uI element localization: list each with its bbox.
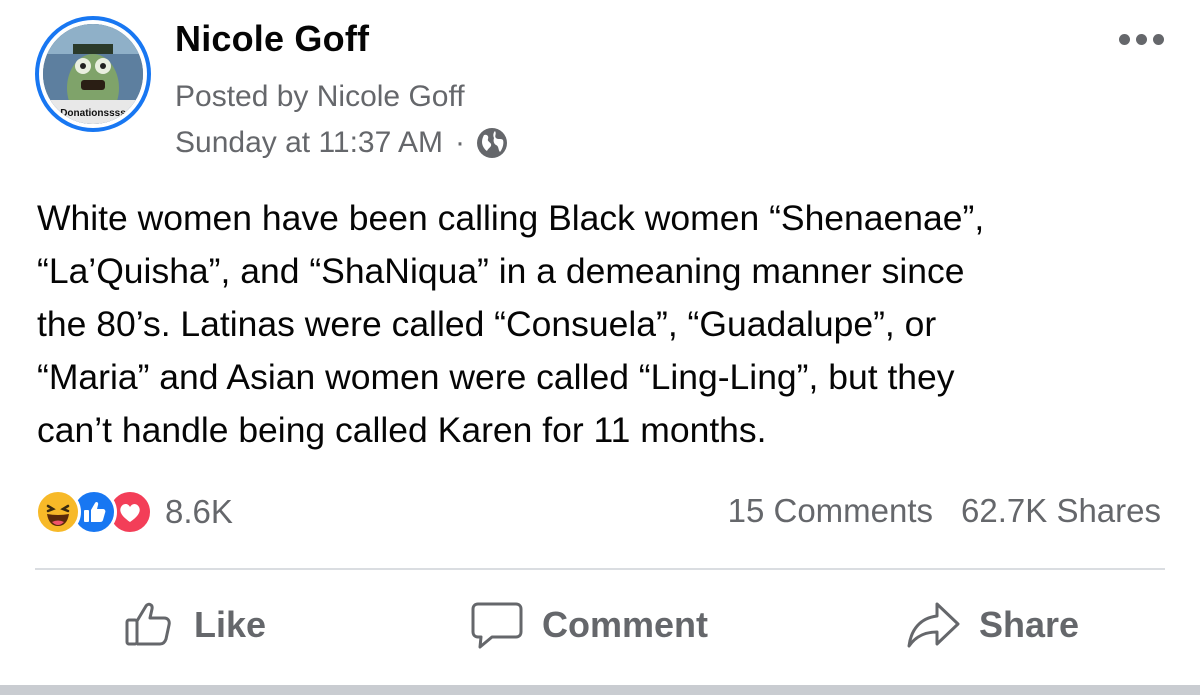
facebook-post: Donationssss Nicole Goff Posted by Nicol… (0, 0, 1200, 685)
timestamp-row: Sunday at 11:37 AM · (175, 126, 509, 160)
avatar-caption: Donationssss (60, 108, 126, 119)
comments-count[interactable]: 15 Comments (728, 492, 933, 530)
share-icon (905, 598, 961, 652)
action-bar: Like Comment Share (0, 598, 1200, 662)
avatar[interactable]: Donationssss (43, 24, 143, 124)
post-text: White women have been calling Black wome… (37, 198, 985, 450)
reactions-summary[interactable]: 8.6K (35, 489, 233, 535)
comment-button[interactable]: Comment (470, 598, 708, 652)
share-button[interactable]: Share (905, 598, 1079, 652)
comment-icon (470, 598, 524, 652)
engagement-counts: 15 Comments 62.7K Shares (728, 492, 1161, 530)
feed-separator (0, 685, 1200, 695)
divider (35, 568, 1165, 570)
timestamp[interactable]: Sunday at 11:37 AM (175, 126, 443, 160)
haha-icon (35, 489, 81, 535)
posted-by-text: Posted by Nicole Goff (175, 80, 465, 113)
share-label: Share (979, 604, 1080, 645)
like-button[interactable]: Like (122, 598, 266, 652)
globe-icon[interactable] (475, 126, 509, 160)
author-name[interactable]: Nicole Goff (175, 18, 369, 60)
like-label: Like (194, 604, 267, 645)
thumbs-up-icon (122, 598, 176, 652)
comment-label: Comment (542, 604, 709, 645)
shares-count[interactable]: 62.7K Shares (961, 492, 1161, 530)
more-options-icon[interactable] (1119, 34, 1164, 45)
reaction-count[interactable]: 8.6K (165, 493, 233, 531)
separator-dot: · (454, 126, 465, 159)
